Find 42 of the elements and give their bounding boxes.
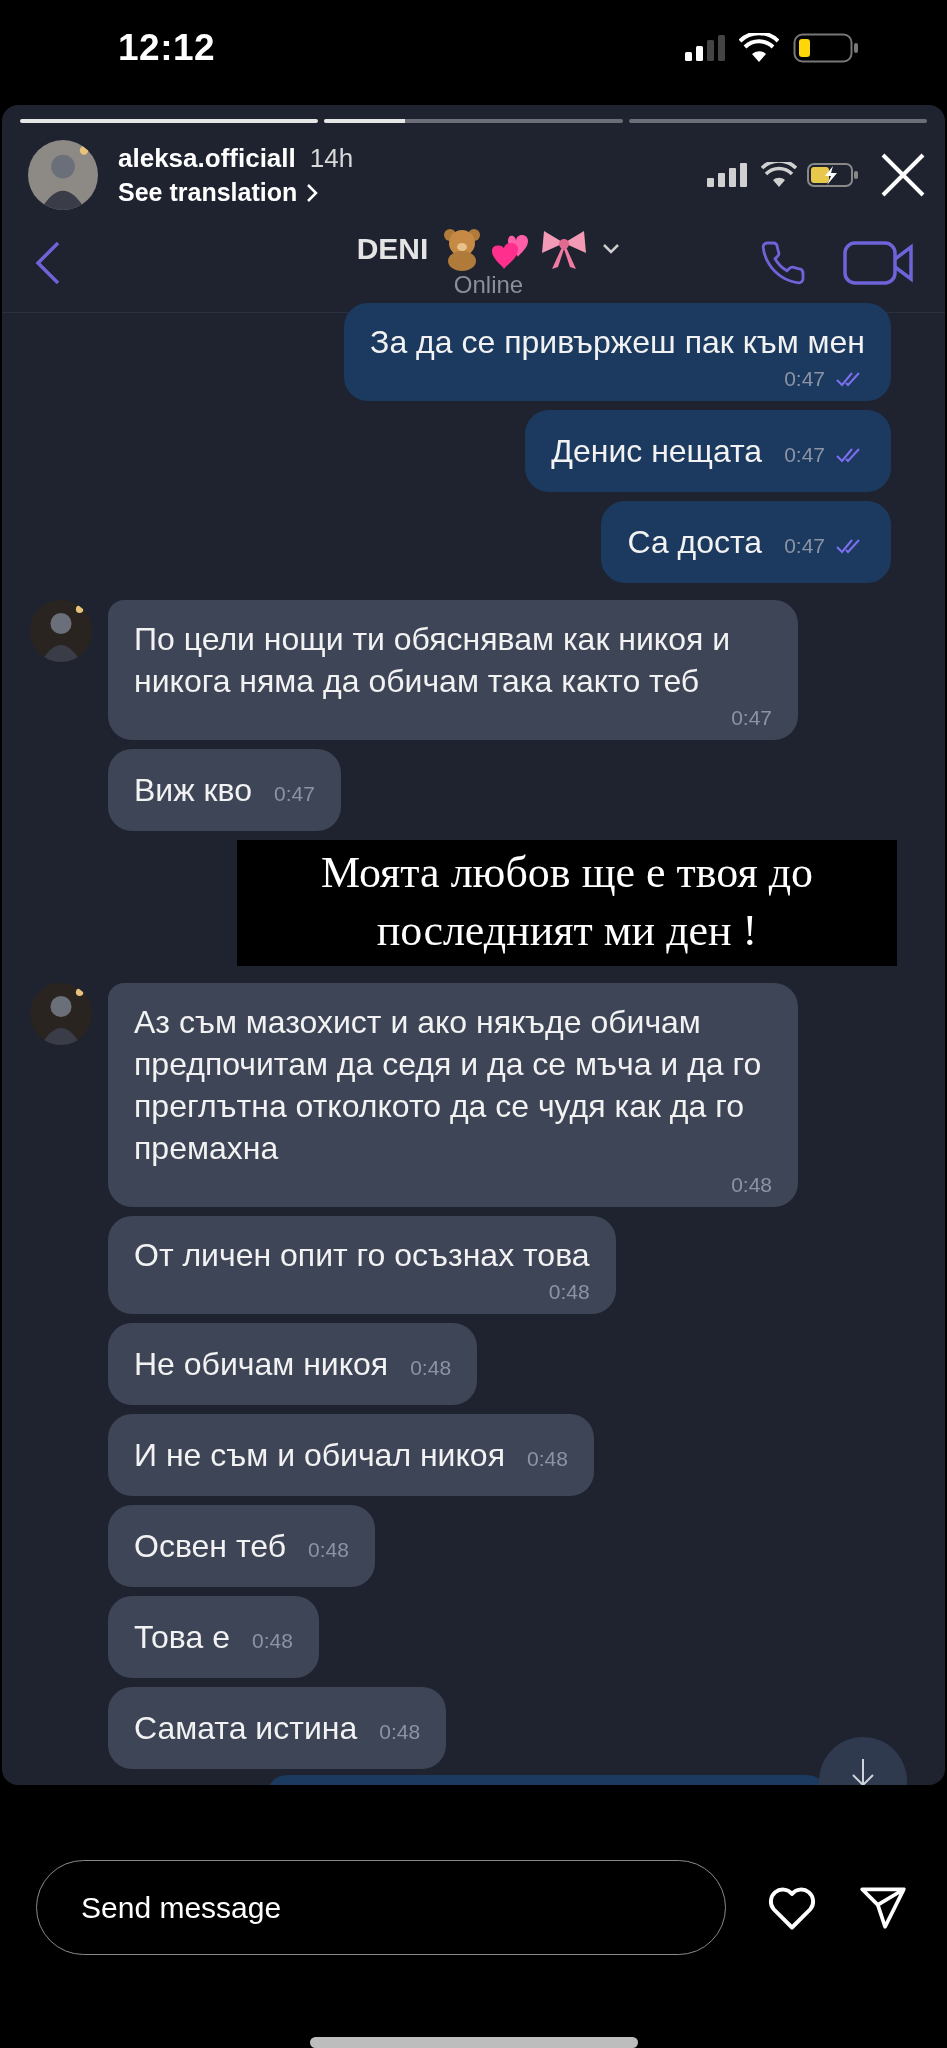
message-time: 0:48 (548, 1280, 590, 1304)
message-text: Аз съм мазохист и ако някъде обичам предпочитам да седя и да се мъча и да го преглътна отколкото да се чудя как да го премахна (134, 1003, 763, 1168)
message-text: Самата истина (134, 1709, 358, 1748)
message-text: Денис нещата (551, 432, 763, 471)
message-input[interactable]: Send message (36, 1860, 726, 1955)
battery-icon (793, 32, 859, 63)
message-text: Не обичам никоя (134, 1345, 389, 1384)
battery-charging-icon (807, 162, 859, 188)
clock-time: 12:12 (118, 26, 216, 69)
message-time: 0:47 (784, 443, 825, 467)
message-text: Това е (134, 1618, 230, 1657)
message-text: Освен теб (134, 1527, 286, 1566)
contact-name[interactable]: DENI (356, 231, 429, 266)
wifi-icon (761, 162, 797, 188)
message-text: Са доста (627, 523, 763, 562)
message-time: 0:48 (251, 1629, 293, 1653)
chevron-right-icon (305, 181, 320, 204)
username[interactable]: aleksa.officiall (118, 143, 296, 174)
chevron-down-icon[interactable] (602, 242, 621, 255)
message-time: 0:48 (307, 1538, 349, 1562)
wifi-icon (739, 32, 779, 63)
message-text: За да се привържеш пак към мен (370, 323, 865, 362)
signal-icon (685, 34, 725, 61)
close-button[interactable] (879, 151, 927, 199)
message-text: Виж кво (134, 771, 252, 810)
message-time: 0:47 (273, 782, 315, 806)
post-age: 14h (309, 143, 354, 174)
message-text: И не съм и обичал никоя (134, 1436, 505, 1475)
message-time: 0:47 (784, 367, 825, 391)
message-text: По цели нощи ти обяснявам как никоя и никога няма да обичам така както теб (134, 620, 732, 701)
message-time: 0:48 (526, 1447, 568, 1471)
video-call-button[interactable] (843, 238, 915, 287)
message-text: От личен опит го осъзнах това (134, 1236, 590, 1275)
message-time: 0:48 (379, 1720, 421, 1744)
see-translation-link[interactable]: See translation (118, 178, 707, 207)
message-time: 0:47 (784, 534, 825, 558)
message-time: 0:48 (410, 1356, 452, 1380)
presence-status: Online (453, 270, 524, 299)
signal-icon (707, 163, 749, 187)
story-caption: Моята любов ще е твоя до последният ми ден ! (237, 840, 897, 966)
message-time: 0:47 (731, 706, 772, 730)
message-time: 0:48 (731, 1173, 772, 1197)
